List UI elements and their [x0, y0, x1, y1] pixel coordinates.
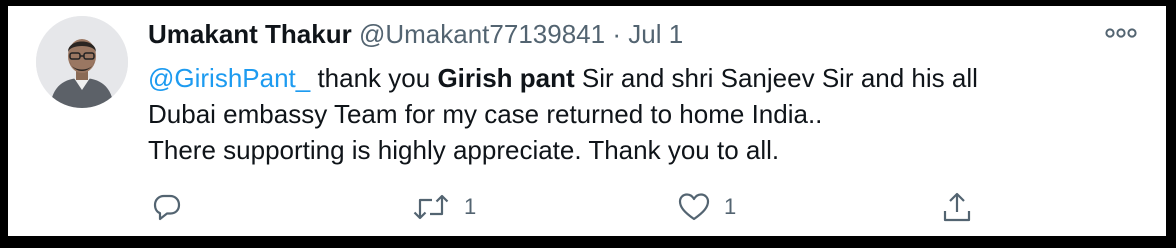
user-handle[interactable]: @Umakant77139841	[359, 19, 605, 49]
like-button[interactable]: 1	[678, 192, 736, 222]
tweet-card[interactable]: Umakant Thakur @Umakant77139841 · Jul 1 …	[8, 6, 1166, 236]
retweet-icon	[413, 194, 449, 220]
tweet-text-segment: Sir and shri Sanjeev Sir and his all	[574, 63, 978, 93]
tweet-date[interactable]: Jul 1	[628, 19, 683, 49]
display-name[interactable]: Umakant Thakur	[148, 19, 352, 49]
mention-link[interactable]: @GirishPant_	[148, 63, 310, 93]
retweet-count: 1	[464, 194, 477, 219]
share-icon	[943, 192, 971, 222]
tweet-text: @GirishPant_ thank you Girish pant Sir a…	[148, 60, 978, 168]
reply-button[interactable]	[152, 192, 182, 222]
like-count: 1	[724, 194, 737, 219]
heart-icon	[678, 193, 710, 221]
tweet-text-line-1: @GirishPant_ thank you Girish pant Sir a…	[148, 60, 978, 96]
share-button[interactable]	[942, 192, 972, 222]
tweet-text-line-3: There supporting is highly appreciate. T…	[148, 135, 780, 165]
bold-name: Girish pant	[437, 63, 575, 93]
more-options-button[interactable]	[1101, 20, 1141, 46]
more-icon	[1105, 28, 1137, 38]
avatar[interactable]	[36, 16, 128, 108]
tweet-text-segment: thank you	[310, 63, 438, 93]
tweet-header: Umakant Thakur @Umakant77139841 · Jul 1	[148, 18, 683, 50]
separator-dot: ·	[612, 19, 621, 49]
reply-icon	[153, 194, 181, 221]
tweet-text-line-2: Dubai embassy Team for my case returned …	[148, 99, 823, 129]
retweet-button[interactable]: 1	[412, 192, 476, 222]
